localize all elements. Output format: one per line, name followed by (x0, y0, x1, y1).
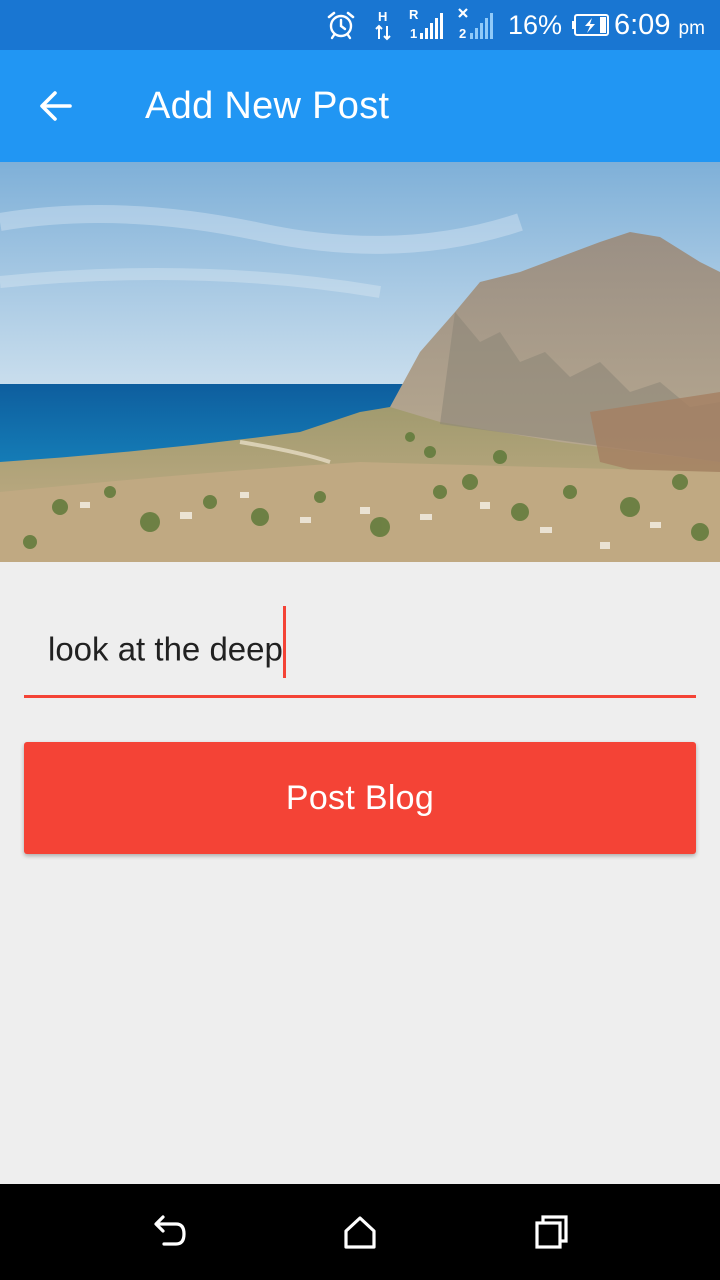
svg-text:1: 1 (410, 26, 417, 41)
text-cursor (282, 606, 286, 678)
arrow-left-icon (40, 91, 72, 121)
back-icon (154, 1215, 186, 1246)
post-text-field[interactable]: look at the deep (24, 600, 696, 700)
app-bar: Add New Post (0, 50, 720, 162)
back-button[interactable] (26, 76, 86, 136)
post-blog-button[interactable]: Post Blog (24, 742, 696, 854)
clock: 6:09 pm (614, 10, 705, 44)
battery-percent: 16% (508, 10, 563, 40)
svg-text:H: H (378, 9, 387, 24)
clock-time: 6:09 (614, 9, 671, 41)
nav-recents-button[interactable] (522, 1202, 582, 1262)
input-underline (24, 695, 696, 698)
screen: H R 1 2 16% 6:09 pm Add New Post look at… (0, 0, 720, 1280)
nav-home-button[interactable] (330, 1202, 390, 1262)
alarm-icon (327, 11, 355, 40)
svg-text:R: R (409, 7, 419, 22)
battery-charging-icon (572, 14, 609, 36)
nav-back-button[interactable] (138, 1202, 198, 1262)
status-bar: H R 1 2 16% 6:09 pm (0, 0, 720, 50)
navigation-bar (0, 1184, 720, 1280)
page-title: Add New Post (145, 85, 390, 127)
recents-icon (535, 1215, 568, 1249)
post-text-input[interactable]: look at the deep (48, 606, 286, 678)
clock-ampm: pm (678, 18, 705, 39)
landscape-image (0, 162, 720, 562)
svg-text:2: 2 (459, 26, 466, 41)
signal-icon: H R 1 2 (375, 7, 493, 41)
header-image[interactable] (0, 162, 720, 562)
post-text-value: look at the deep (48, 630, 283, 668)
home-icon (344, 1216, 376, 1249)
